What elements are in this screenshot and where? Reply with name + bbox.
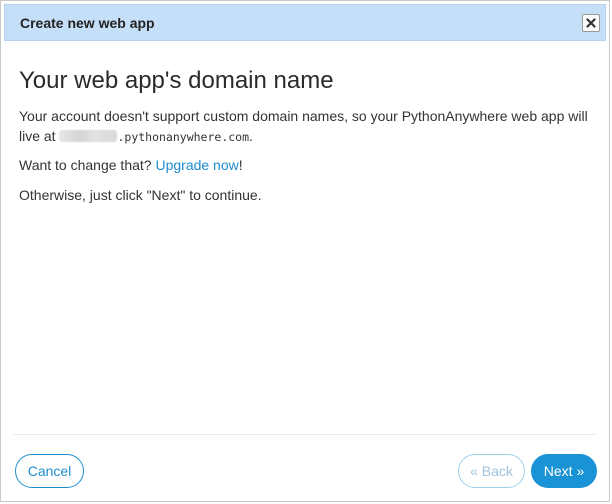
page-heading: Your web app's domain name <box>19 67 334 94</box>
domain-info-end: . <box>249 128 253 144</box>
next-button[interactable]: Next » <box>531 454 597 488</box>
upgrade-now-link[interactable]: Upgrade now <box>155 157 238 173</box>
footer-divider <box>13 434 597 435</box>
continue-text: Otherwise, just click "Next" to continue… <box>19 187 262 203</box>
close-button[interactable] <box>582 14 600 32</box>
upgrade-text: Want to change that? Upgrade now! <box>19 155 609 175</box>
dialog-title: Create new web app <box>20 15 155 31</box>
upgrade-end: ! <box>238 157 243 173</box>
cancel-button[interactable]: Cancel <box>15 454 84 488</box>
back-button[interactable]: « Back <box>458 454 525 488</box>
domain-suffix: .pythonanywhere.com <box>117 130 250 144</box>
close-icon <box>586 18 596 28</box>
blurred-username <box>59 130 118 142</box>
create-web-app-dialog: Create new web app Your web app's domain… <box>0 0 610 502</box>
domain-info-text: Your account doesn't support custom doma… <box>19 106 609 147</box>
upgrade-prefix: Want to change that? <box>19 157 156 173</box>
dialog-titlebar: Create new web app <box>4 4 606 41</box>
